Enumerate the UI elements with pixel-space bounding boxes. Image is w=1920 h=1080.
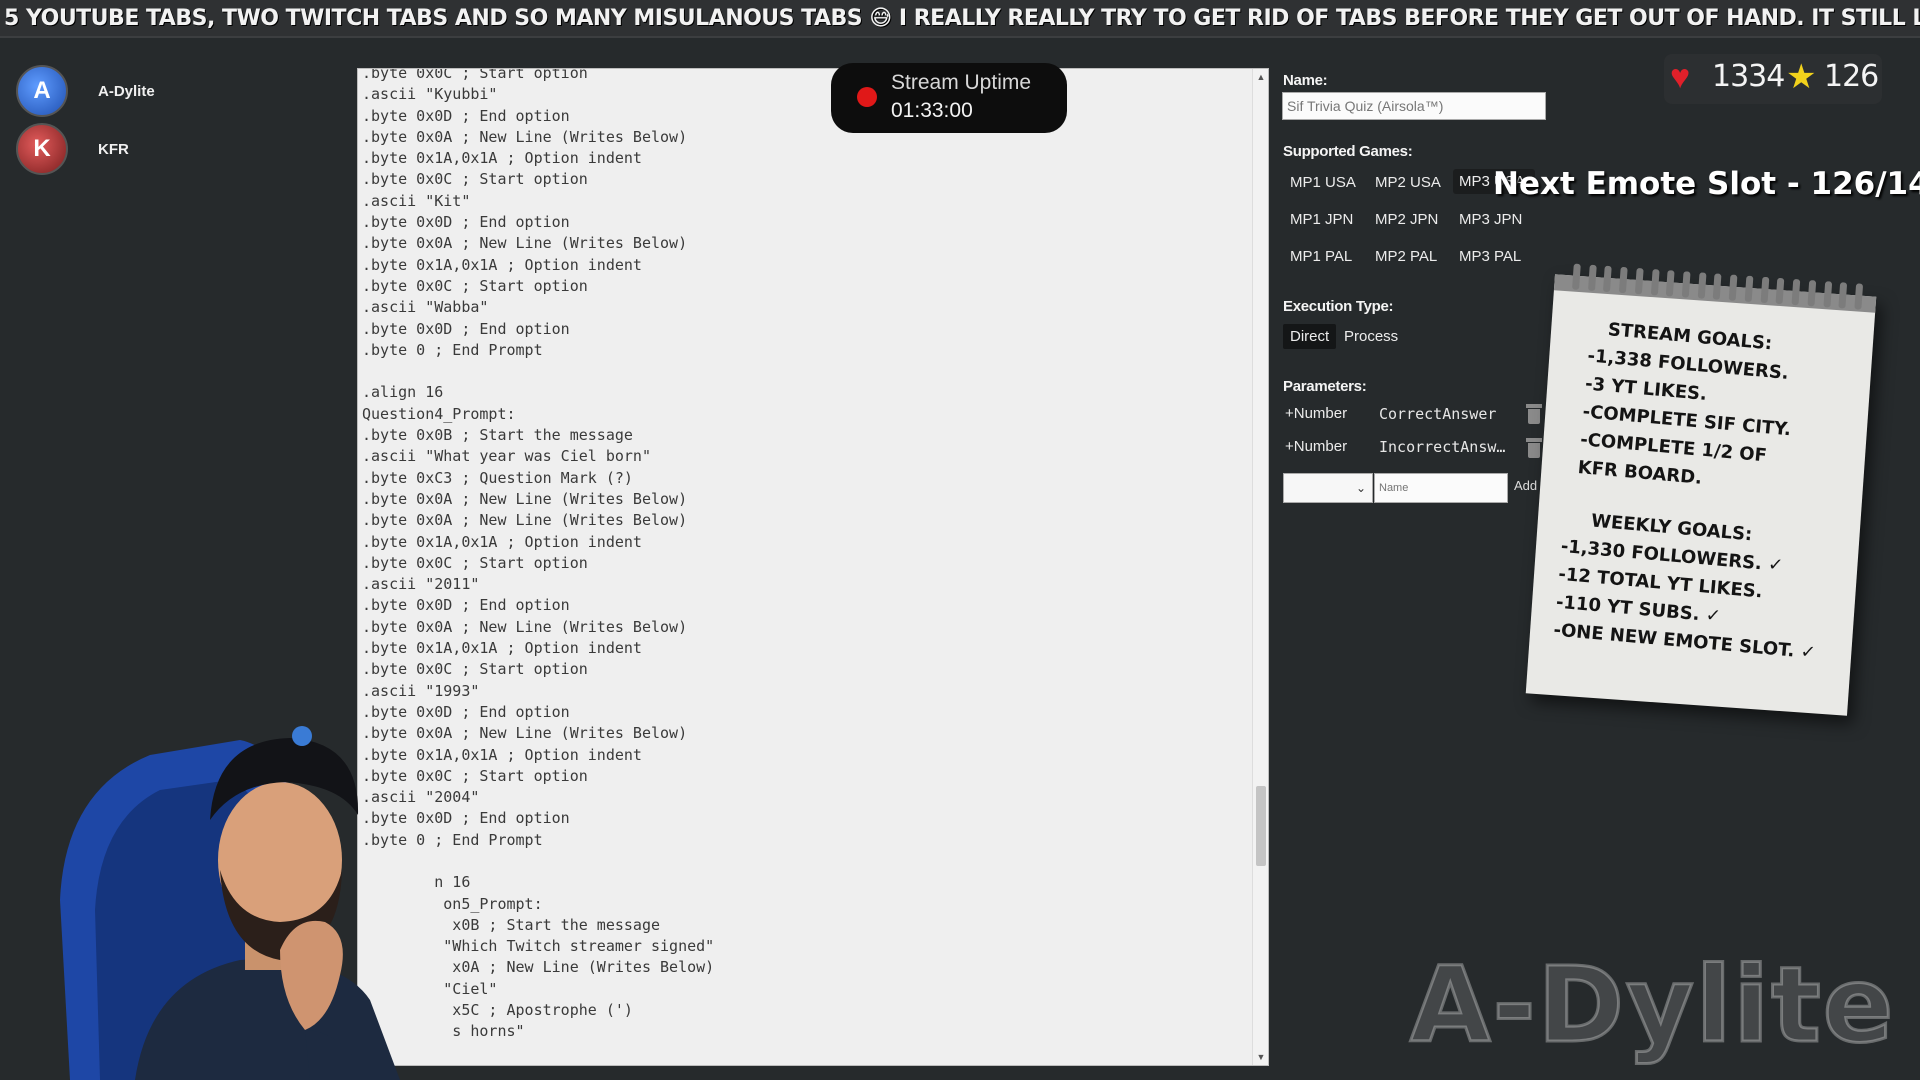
webcam-overlay xyxy=(60,726,400,1080)
name-input[interactable] xyxy=(1282,92,1546,120)
code-line: .ascii "Wabba" xyxy=(362,298,489,317)
code-line: .byte 0x0C ; Start option xyxy=(362,276,588,295)
avatar: A xyxy=(16,65,68,117)
game-mp2-jpn[interactable]: MP2 JPN xyxy=(1369,207,1444,232)
notepad-text: Stream Goals: -1,338 Followers. -3 YT Li… xyxy=(1552,314,1870,670)
code-line: .byte 0x0C ; Start option xyxy=(362,170,588,189)
chat-user-list: A A-Dylite K KFR xyxy=(16,62,216,178)
add-parameter-button[interactable]: Add xyxy=(1514,478,1537,493)
code-line: .byte 0x1A,0x1A ; Option indent xyxy=(362,149,642,168)
code-line: .byte 0x0D ; End option xyxy=(362,106,570,125)
editor-scrollbar[interactable]: ▲ ▼ xyxy=(1252,69,1268,1065)
name-label: Name: xyxy=(1283,72,1328,89)
emote-slot-progress: Next Emote Slot - 126/140 xyxy=(1493,166,1920,202)
scroll-thumb[interactable] xyxy=(1256,786,1266,866)
game-mp3-jpn[interactable]: MP3 JPN xyxy=(1453,207,1528,232)
stream-uptime-overlay: Stream Uptime 01:33:00 xyxy=(831,63,1067,133)
game-mp1-usa[interactable]: MP1 USA xyxy=(1284,170,1362,195)
code-line: Question4_Prompt: xyxy=(362,404,516,423)
scroll-up-arrow-icon[interactable]: ▲ xyxy=(1253,69,1268,85)
cap-logo xyxy=(292,726,312,746)
code-line: .byte 0x0A ; New Line (Writes Below) xyxy=(362,127,688,146)
code-line: .byte 0x1A,0x1A ; Option indent xyxy=(362,532,642,551)
hearts-count: 1334 xyxy=(1712,59,1785,94)
code-line: .byte 0x0A ; New Line (Writes Below) xyxy=(362,234,688,253)
parameters-label: Parameters: xyxy=(1283,378,1367,395)
code-line: .byte 0x0C ; Start option xyxy=(362,68,588,82)
code-line: .byte 0x0A ; New Line (Writes Below) xyxy=(362,511,688,530)
user-row[interactable]: K KFR xyxy=(16,120,216,178)
code-line: .byte 0x0A ; New Line (Writes Below) xyxy=(362,617,688,636)
game-mp2-usa[interactable]: MP2 USA xyxy=(1369,170,1447,195)
ticker-text: 5 YOUTUBE TABS, TWO TWITCH TABS AND SO M… xyxy=(4,6,1920,31)
code-line: .ascii "Kit" xyxy=(362,191,471,210)
execution-direct[interactable]: Direct xyxy=(1283,324,1337,349)
param-name: CorrectAnswer xyxy=(1379,405,1497,423)
ticker-banner: 5 YOUTUBE TABS, TWO TWITCH TABS AND SO M… xyxy=(0,0,1920,38)
stars-count: 126 xyxy=(1824,59,1879,94)
code-line: .byte 0x0D ; End option xyxy=(362,213,570,232)
code-line: .ascii "2011" xyxy=(362,575,480,594)
code-line: .byte 0x0C ; Start option xyxy=(362,553,588,572)
code-line: .byte 0xC3 ; Question Mark (?) xyxy=(362,468,633,487)
user-name: A-Dylite xyxy=(98,82,155,100)
code-line: .ascii "Kyubbi" xyxy=(362,85,498,104)
code-line: .byte 0x1A,0x1A ; Option indent xyxy=(362,255,642,274)
param-type-select[interactable]: ⌄ xyxy=(1283,473,1373,503)
supported-games-label: Supported Games: xyxy=(1283,143,1413,160)
code-line: .byte 0x0D ; End option xyxy=(362,319,570,338)
trash-icon[interactable] xyxy=(1526,438,1542,458)
code-line: .byte 0x0A ; New Line (Writes Below) xyxy=(362,489,688,508)
stream-stats: ♥ 1334 ★ 126 xyxy=(1664,54,1882,104)
star-icon: ★ xyxy=(1786,58,1817,96)
channel-watermark: A-Dylite xyxy=(1408,943,1896,1068)
uptime-label: Stream Uptime xyxy=(891,71,1032,94)
execution-process[interactable]: Process xyxy=(1337,324,1405,349)
avatar: K xyxy=(16,123,68,175)
trash-icon[interactable] xyxy=(1526,404,1542,424)
code-line: .byte 0x0D ; End option xyxy=(362,596,570,615)
uptime-time: 01:33:00 xyxy=(891,99,973,122)
game-mp1-jpn[interactable]: MP1 JPN xyxy=(1284,207,1359,232)
goals-notepad: Stream Goals: -1,338 Followers. -3 YT Li… xyxy=(1525,263,1877,716)
code-line: .byte 0x1A,0x1A ; Option indent xyxy=(362,639,642,658)
spiral-binding-icon xyxy=(1572,263,1864,310)
param-type: +Number xyxy=(1285,438,1348,455)
chevron-down-icon: ⌄ xyxy=(1355,481,1366,495)
param-name: IncorrectAnsw… xyxy=(1379,438,1506,456)
user-name: KFR xyxy=(98,140,129,158)
recording-dot-icon xyxy=(857,87,877,107)
code-line: .byte 0x0B ; Start the message xyxy=(362,426,633,445)
user-row[interactable]: A A-Dylite xyxy=(16,62,216,120)
scroll-down-arrow-icon[interactable]: ▼ xyxy=(1253,1049,1268,1065)
heart-icon: ♥ xyxy=(1670,58,1691,96)
game-mp3-pal[interactable]: MP3 PAL xyxy=(1453,244,1527,269)
game-mp1-pal[interactable]: MP1 PAL xyxy=(1284,244,1358,269)
code-line: .ascii "What year was Ciel born" xyxy=(362,447,651,466)
code-line: .ascii "1993" xyxy=(362,681,480,700)
param-name-input[interactable] xyxy=(1374,473,1508,503)
game-mp2-pal[interactable]: MP2 PAL xyxy=(1369,244,1443,269)
code-line: .align 16 xyxy=(362,383,444,402)
param-type: +Number xyxy=(1285,405,1348,422)
code-line: .byte 0 ; End Prompt xyxy=(362,340,543,359)
execution-type-label: Execution Type: xyxy=(1283,298,1394,315)
code-line: .byte 0x0C ; Start option xyxy=(362,660,588,679)
